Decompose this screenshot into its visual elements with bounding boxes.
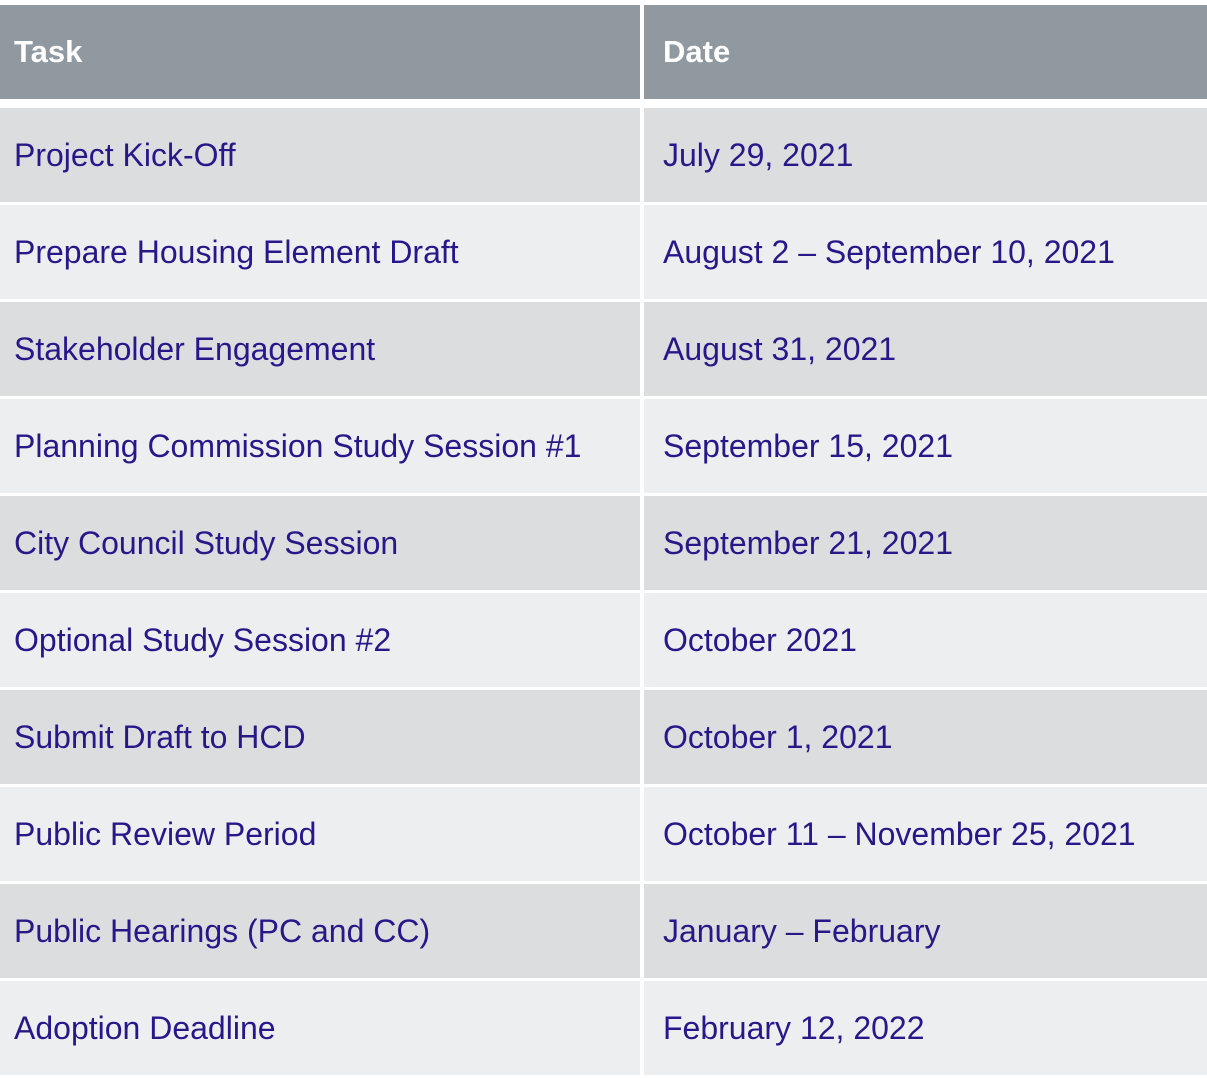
table-row: Project Kick-Off July 29, 2021 xyxy=(0,108,1207,202)
date-cell: October 2021 xyxy=(644,593,1207,687)
table-header: Task Date xyxy=(0,5,1207,99)
schedule-table: Task Date Project Kick-Off July 29, 2021… xyxy=(0,5,1207,1078)
table-row: Prepare Housing Element Draft August 2 –… xyxy=(0,205,1207,299)
table-row: Planning Commission Study Session #1 Sep… xyxy=(0,399,1207,493)
header-task: Task xyxy=(0,5,640,99)
task-cell: Public Review Period xyxy=(0,787,640,881)
table-row: Adoption Deadline February 12, 2022 xyxy=(0,981,1207,1075)
date-cell: February 12, 2022 xyxy=(644,981,1207,1075)
header-date: Date xyxy=(644,5,1207,99)
task-cell: Public Hearings (PC and CC) xyxy=(0,884,640,978)
task-cell: Stakeholder Engagement xyxy=(0,302,640,396)
task-cell: Planning Commission Study Session #1 xyxy=(0,399,640,493)
table-row: Public Review Period October 11 – Novemb… xyxy=(0,787,1207,881)
date-cell: September 15, 2021 xyxy=(644,399,1207,493)
task-cell: Optional Study Session #2 xyxy=(0,593,640,687)
task-cell: Adoption Deadline xyxy=(0,981,640,1075)
table-row: Submit Draft to HCD October 1, 2021 xyxy=(0,690,1207,784)
table-row: Public Hearings (PC and CC) January – Fe… xyxy=(0,884,1207,978)
date-cell: September 21, 2021 xyxy=(644,496,1207,590)
table-row: Optional Study Session #2 October 2021 xyxy=(0,593,1207,687)
table-row: City Council Study Session September 21,… xyxy=(0,496,1207,590)
table-row: Stakeholder Engagement August 31, 2021 xyxy=(0,302,1207,396)
date-cell: October 1, 2021 xyxy=(644,690,1207,784)
date-cell: August 31, 2021 xyxy=(644,302,1207,396)
date-cell: August 2 – September 10, 2021 xyxy=(644,205,1207,299)
date-cell: July 29, 2021 xyxy=(644,108,1207,202)
task-cell: Project Kick-Off xyxy=(0,108,640,202)
task-cell: Submit Draft to HCD xyxy=(0,690,640,784)
task-cell: City Council Study Session xyxy=(0,496,640,590)
date-cell: October 11 – November 25, 2021 xyxy=(644,787,1207,881)
date-cell: January – February xyxy=(644,884,1207,978)
task-cell: Prepare Housing Element Draft xyxy=(0,205,640,299)
